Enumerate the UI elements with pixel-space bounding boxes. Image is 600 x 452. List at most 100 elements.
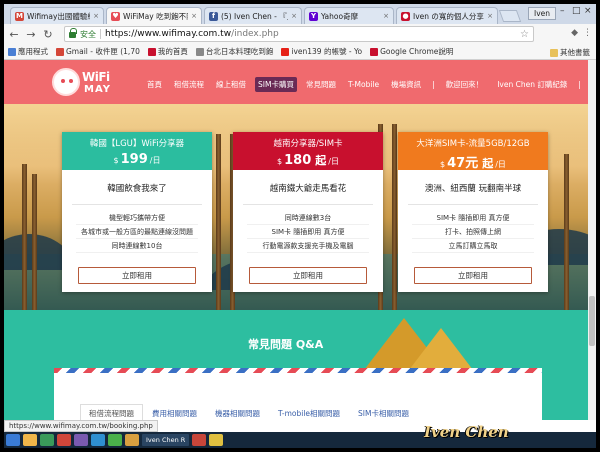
tab-close-icon[interactable]: × (93, 12, 99, 20)
faq-panel: 租借流程問題 費用相關問題 機器相關問題 T-mobile相關問題 SIM卡相關問題 (54, 368, 542, 420)
nav-item[interactable]: T-Mobile (345, 78, 382, 91)
nav-user-orders[interactable]: Iven Chen 訂購紀錄 (494, 77, 570, 92)
nav-item[interactable]: SIM卡購買 (255, 77, 297, 92)
card-feature: 立馬訂購立馬取 (412, 239, 534, 253)
taskbar-app-icon[interactable] (192, 434, 207, 446)
card-tagline: 越南鐵大爺走馬看花 (243, 170, 373, 205)
menu-icon[interactable]: ⋮ (583, 28, 592, 38)
tab-close-icon[interactable]: × (487, 12, 493, 20)
taskbar-app-icon[interactable] (40, 434, 54, 446)
taskbar-app-icon[interactable] (108, 434, 122, 446)
address-bar[interactable]: 安全 https://www.wifimay.com.tw/index.php … (64, 26, 534, 42)
toolbar-icons: ◆ ⋮ (571, 28, 592, 38)
card-feature: 同時連線數3台 (247, 211, 369, 225)
price-suffix: 起 (482, 157, 494, 170)
taskbar-window-chrome[interactable]: Iven Chen R (142, 434, 190, 446)
browser-tab[interactable]: f(5) Iven Chen - 『上', × (204, 7, 302, 24)
bookmark-item[interactable]: Gmail - 收件匣 (1,70 (56, 46, 140, 57)
product-card: 大洋洲SIM卡-流量5GB/12GB $47元起/日 澳洲、紐西蘭 玩翻南半球 SIM… (398, 132, 548, 292)
bookmark-item[interactable]: 台北日本料理吃到飽 (195, 46, 273, 57)
faq-tab[interactable]: 租借流程問題 (80, 404, 143, 420)
card-title: 大洋洲SIM卡-流量5GB/12GB (416, 139, 530, 149)
card-tagline: 澳洲、紐西蘭 玩翻南半球 (408, 170, 538, 205)
extension-icon[interactable]: ◆ (571, 28, 578, 38)
price-value: 180 (284, 153, 312, 168)
other-bookmarks[interactable]: 其他書籤 (550, 47, 590, 58)
rent-now-button[interactable]: 立即租用 (414, 267, 532, 284)
browser-window: M Wifimay出國體驗組 × ♥ WiFiMay 吃到飽不限 × f (5) Iven C… (4, 4, 596, 448)
browser-tab[interactable]: Y Yahoo奇摩 × (304, 7, 394, 24)
faq-tab[interactable]: 費用相關問題 (143, 404, 206, 420)
nav-item[interactable]: 租借流程 (171, 77, 207, 92)
tab-close-icon[interactable]: × (191, 12, 197, 20)
bookmark-item[interactable]: 我的首頁 (147, 46, 188, 57)
new-tab-button[interactable] (498, 10, 522, 22)
tab-title: (5) Iven Chen - 『上', (221, 11, 288, 21)
forward-icon[interactable]: → (24, 28, 38, 41)
bookmark-item[interactable]: Google Chrome說明 (370, 46, 453, 57)
card-title: 韓國【LGU】WiFi分享器 (89, 139, 185, 149)
rent-now-button[interactable]: 立即租用 (249, 267, 367, 284)
card-tagline: 韓國飲食我來了 (72, 170, 202, 205)
price-unit: /日 (495, 160, 506, 169)
status-bar-url: https://www.wifimay.com.tw/booking.php (4, 420, 158, 432)
card-price: $180 起/日 (233, 152, 383, 168)
taskbar-app-icon[interactable] (57, 434, 71, 446)
taskbar-app-icon[interactable] (74, 434, 88, 446)
bookmark-item[interactable]: iven139 的帳號 - Yo (281, 46, 362, 57)
hero-post (564, 154, 569, 310)
faq-section: 常見問題 Q&A 租借流程問題 費用相關問題 機器相關問題 T-mobile相關問題 S… (4, 310, 588, 420)
nav-separator: | (578, 80, 581, 89)
bookmark-item[interactable]: 應用程式 (8, 46, 48, 57)
price-unit: /日 (149, 156, 161, 165)
bookmark-label: Google Chrome說明 (380, 47, 454, 56)
back-icon[interactable]: ← (7, 28, 21, 41)
faq-tab[interactable]: 機器相關問題 (206, 404, 269, 420)
taskbar-explorer-icon[interactable] (23, 434, 37, 446)
nav-item[interactable]: 機場資訊 (388, 77, 424, 92)
tab-title: WiFiMay 吃到飽不限 (123, 11, 189, 21)
minimize-icon[interactable]: – (560, 6, 565, 16)
close-window-icon[interactable]: × (584, 6, 592, 16)
bookmark-label: iven139 的帳號 - Yo (291, 47, 363, 56)
site-logo[interactable]: WiFi MAY (52, 64, 116, 100)
bookmark-label: 我的首頁 (157, 47, 188, 56)
rent-now-button[interactable]: 立即租用 (78, 267, 196, 284)
card-header: 韓國【LGU】WiFi分享器 $199/日 (62, 132, 212, 170)
profile-button[interactable]: Iven (528, 7, 557, 20)
logo-text-wifi: WiFi (82, 70, 110, 84)
taskbar-app-icon[interactable] (125, 434, 139, 446)
tab-close-icon[interactable]: × (291, 12, 297, 20)
airmail-stripe (54, 368, 542, 373)
card-title: 越南分享器/SIM卡 (273, 139, 343, 149)
nav-item[interactable]: 首頁 (144, 77, 165, 92)
nav-item[interactable]: 常見問題 (303, 77, 339, 92)
maximize-icon[interactable]: □ (572, 6, 581, 16)
browser-tab[interactable]: ♥ WiFiMay 吃到飽不限 × (106, 7, 202, 24)
page-scrollbar[interactable] (588, 60, 596, 420)
main-nav: 首頁 租借流程 線上租借 SIM卡購買 常見問題 T-Mobile 機場資訊 | 歡迎回來！… (144, 77, 588, 92)
price-suffix: 起 (315, 154, 327, 167)
bookmark-star-icon[interactable]: ☆ (520, 29, 529, 40)
tab-close-icon[interactable]: × (383, 12, 389, 20)
price-value: 47元 (447, 156, 479, 171)
site-header: WiFi MAY 首頁 租借流程 線上租借 SIM卡購買 常見問題 T-Mobile 機場資… (4, 60, 588, 104)
nav-item[interactable]: 線上租借 (213, 77, 249, 92)
tab-favicon-icon: M (15, 11, 24, 21)
taskbar-app-icon[interactable] (91, 434, 105, 446)
faq-tab[interactable]: T-mobile相關問題 (269, 404, 349, 420)
browser-tab[interactable]: M Wifimay出國體驗組 × (10, 7, 104, 24)
card-price: $199/日 (62, 152, 212, 167)
browser-tab[interactable]: ● Iven の寬的個人分享 × (396, 7, 498, 24)
bookmark-favicon-icon (147, 47, 156, 56)
address-separator (100, 29, 101, 39)
scrollbar-thumb[interactable] (589, 296, 595, 346)
card-header: 越南分享器/SIM卡 $180 起/日 (233, 132, 383, 170)
taskbar-app-icon[interactable] (209, 434, 224, 446)
tab-title: Wifimay出國體驗組 (27, 11, 91, 21)
faq-tab[interactable]: SIM卡相關問題 (349, 404, 418, 420)
logo-text-may: MAY (84, 84, 111, 95)
start-icon[interactable] (6, 434, 20, 446)
bookmark-favicon-icon (56, 47, 64, 56)
reload-icon[interactable]: ↻ (41, 28, 55, 41)
